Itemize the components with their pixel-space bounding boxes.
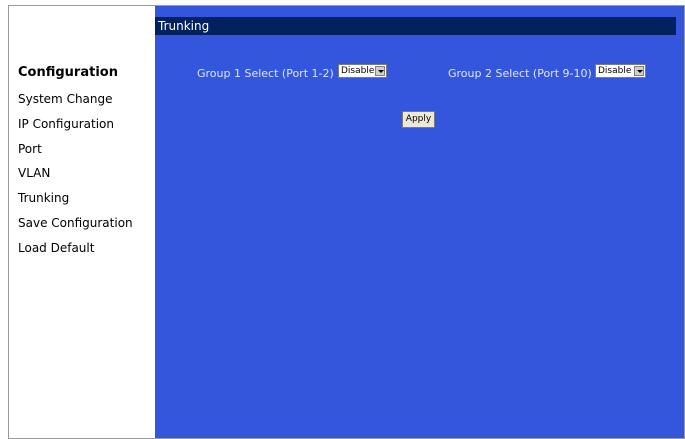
page-title: Trunking: [155, 17, 676, 35]
group1-select-value: Disable: [341, 66, 375, 76]
apply-button[interactable]: Apply: [402, 111, 435, 128]
sidebar-item-system-change[interactable]: System Change: [18, 92, 113, 106]
group2-select-value: Disable: [598, 66, 632, 76]
sidebar-item-vlan[interactable]: VLAN: [18, 166, 50, 180]
sidebar-item-save-configuration[interactable]: Save Configuration: [18, 216, 133, 230]
group2-label: Group 2 Select (Port 9-10): [448, 67, 592, 80]
chevron-down-icon[interactable]: [634, 66, 644, 76]
sidebar-item-ip-configuration[interactable]: IP Configuration: [18, 117, 114, 131]
sidebar-item-port[interactable]: Port: [18, 142, 42, 156]
group1-select[interactable]: Disable: [338, 64, 387, 78]
sidebar-item-trunking[interactable]: Trunking: [18, 191, 69, 205]
main-panel: Trunking Group 1 Select (Port 1-2) Disab…: [155, 6, 684, 438]
sidebar-item-load-default[interactable]: Load Default: [18, 241, 94, 255]
page-frame: Configuration System Change IP Configura…: [8, 5, 685, 439]
sidebar: Configuration System Change IP Configura…: [9, 6, 155, 438]
chevron-down-icon[interactable]: [375, 66, 385, 76]
sidebar-heading: Configuration: [18, 65, 118, 80]
group1-label: Group 1 Select (Port 1-2): [197, 67, 334, 80]
group2-select[interactable]: Disable: [595, 64, 646, 78]
